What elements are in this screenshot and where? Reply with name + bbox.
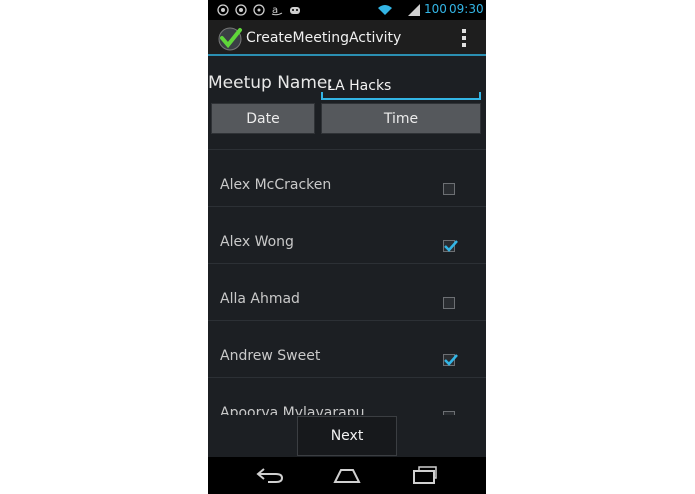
- home-icon[interactable]: [333, 466, 361, 484]
- input-edge-right: [479, 92, 481, 100]
- contact-checkbox[interactable]: [443, 183, 455, 195]
- list-item[interactable]: Alla Ahmad: [208, 264, 486, 321]
- phone-screen: a 100 09:30 CreateMeetingActivity Meetup…: [208, 0, 486, 494]
- wifi-icon: [378, 5, 392, 15]
- contact-checkbox[interactable]: [443, 411, 455, 415]
- meetup-name-label: Meetup Name:: [208, 73, 334, 93]
- list-item[interactable]: Alex Wong: [208, 207, 486, 264]
- next-button[interactable]: Next: [297, 416, 397, 456]
- game-controller-icon: [290, 7, 300, 14]
- contact-checkbox[interactable]: [443, 297, 455, 309]
- contact-name: Andrew Sweet: [220, 348, 321, 364]
- app-title: CreateMeetingActivity: [246, 30, 402, 46]
- action-bar: CreateMeetingActivity: [208, 20, 486, 56]
- contact-checkbox[interactable]: [443, 354, 458, 366]
- input-edge-left: [321, 92, 323, 100]
- amazon-icon: a: [271, 5, 283, 16]
- contact-name: Alex McCracken: [220, 177, 332, 193]
- navigation-bar: [208, 457, 486, 494]
- overflow-menu-icon[interactable]: [458, 26, 470, 50]
- calendar-check-icon[interactable]: [217, 26, 243, 52]
- target-icon: [253, 4, 265, 16]
- check-icon: [444, 240, 458, 252]
- back-icon[interactable]: [256, 466, 284, 484]
- clock: 09:30: [449, 2, 484, 16]
- signal-icon: [408, 4, 420, 16]
- recent-apps-icon[interactable]: [411, 466, 439, 484]
- list-item[interactable]: Andrew Sweet: [208, 321, 486, 378]
- time-button[interactable]: Time: [321, 103, 481, 134]
- list-item[interactable]: Apoorva Mylavarapu: [208, 378, 486, 415]
- contact-name: Alla Ahmad: [220, 291, 300, 307]
- contact-checkbox[interactable]: [443, 240, 458, 252]
- eye-icon: [217, 4, 229, 16]
- status-bar: a 100 09:30: [208, 0, 486, 20]
- list-item[interactable]: Alex McCracken: [208, 150, 486, 207]
- contact-name: Apoorva Mylavarapu: [220, 405, 365, 415]
- contact-name: Alex Wong: [220, 234, 294, 250]
- battery-level: 100: [424, 2, 447, 16]
- eye-icon: [235, 4, 247, 16]
- date-button[interactable]: Date: [211, 103, 315, 134]
- contact-list[interactable]: Alex McCracken Alex Wong Alla Ahmad Andr…: [208, 150, 486, 415]
- meetup-name-input[interactable]: [321, 70, 481, 100]
- check-icon: [444, 354, 458, 366]
